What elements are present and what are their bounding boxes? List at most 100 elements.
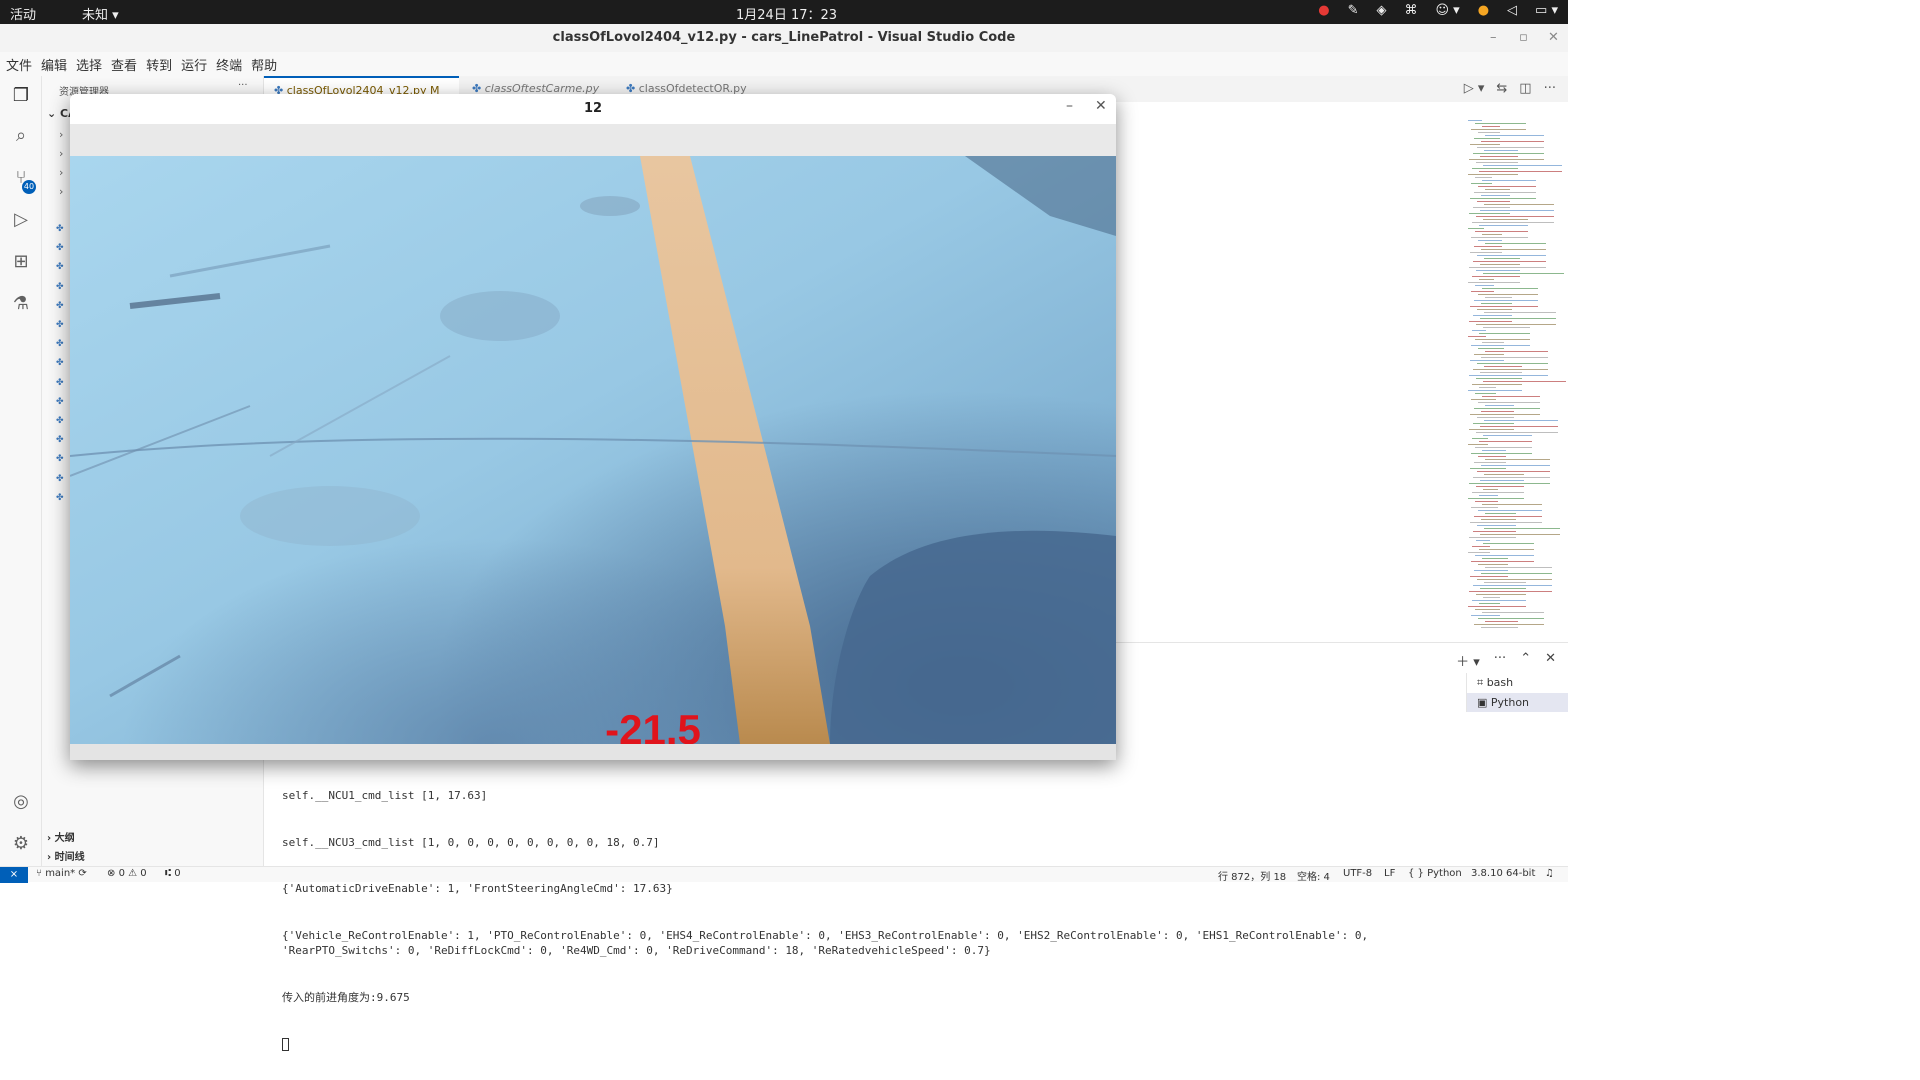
minimap-line [1473, 153, 1544, 154]
python-file-icon[interactable]: ✤ [56, 320, 66, 330]
python-file-icon[interactable]: ✤ [56, 397, 66, 407]
python-file-icon[interactable]: ✤ [56, 378, 66, 388]
accessibility-icon[interactable]: ☺ ▾ [1435, 3, 1459, 18]
menu-view[interactable]: 查看 [111, 52, 142, 76]
alert-icon[interactable]: ● [1318, 3, 1329, 18]
python-file-icon[interactable]: ✤ [56, 243, 66, 253]
minimap-line [1469, 429, 1514, 430]
minimap-line [1472, 330, 1486, 331]
split-editor-icon[interactable]: ◫ [1519, 81, 1531, 96]
extensions-icon[interactable]: ⊞ [9, 250, 33, 274]
account-icon[interactable]: ◎ [9, 790, 33, 814]
ports-indicator[interactable]: ⑆ 0 [165, 868, 181, 879]
outline-section[interactable]: › 大纲 [47, 829, 75, 844]
terminal-line: 传入的前进角度为:9.675 [282, 990, 410, 1004]
run-debug-icon[interactable]: ▷ [9, 208, 33, 232]
minimap-line [1475, 393, 1496, 394]
status-dot-icon[interactable]: ● [1478, 3, 1489, 18]
terminal-item-python[interactable]: ▣ Python [1467, 693, 1568, 712]
problems-indicator[interactable]: ⊗ 0 ⚠ 0 [107, 868, 147, 879]
image-viewer-window[interactable]: 12 – ✕ -21.5 [70, 94, 1116, 760]
folder-chevron-icon[interactable]: › [59, 185, 63, 198]
more-actions-icon[interactable]: ··· [1544, 81, 1556, 96]
settings-gear-icon[interactable]: ⚙ [9, 832, 33, 856]
terminal-line: {'Vehicle_ReControlEnable': 1, 'PTO_ReCo… [282, 928, 1375, 958]
image-window-minimize-icon[interactable]: – [1066, 98, 1073, 114]
network-icon[interactable]: ◈ [1376, 3, 1386, 18]
line-ending[interactable]: LF [1384, 868, 1395, 879]
python-file-icon[interactable]: ✤ [56, 416, 66, 426]
minimap-line [1469, 537, 1516, 538]
minimap-line [1484, 420, 1558, 421]
minimap[interactable] [1464, 120, 1566, 640]
minimap-line [1481, 141, 1544, 142]
terminal-item-bash[interactable]: ⌗ bash [1467, 673, 1568, 693]
python-file-icon[interactable]: ✤ [56, 262, 66, 272]
python-file-icon[interactable]: ✤ [56, 474, 66, 484]
menu-terminal[interactable]: 终端 [216, 52, 247, 76]
timeline-section[interactable]: › 时间线 [47, 848, 85, 863]
volume-icon[interactable]: ◁ [1507, 3, 1517, 18]
menu-file[interactable]: 文件 [6, 52, 37, 76]
testing-icon[interactable]: ⚗ [9, 292, 33, 316]
panel-more-icon[interactable]: ··· [1494, 651, 1506, 670]
menu-edit[interactable]: 编辑 [41, 52, 72, 76]
menu-run[interactable]: 运行 [181, 52, 212, 76]
remote-indicator-icon[interactable]: ⨯ [0, 867, 28, 883]
minimap-line [1474, 300, 1538, 301]
python-file-icon[interactable]: ✤ [56, 282, 66, 292]
maximize-panel-icon[interactable]: ⌃ [1520, 651, 1531, 670]
python-file-icon[interactable]: ✤ [56, 339, 66, 349]
minimap-line [1483, 543, 1534, 544]
activities-button[interactable]: 活动 [10, 4, 36, 23]
encoding[interactable]: UTF-8 [1343, 868, 1372, 879]
minimap-line [1483, 597, 1500, 598]
branch-indicator[interactable]: ⑂ main* ⟳ [36, 868, 87, 879]
command-icon[interactable]: ⌘ [1404, 3, 1417, 18]
explorer-more-button[interactable]: ··· [238, 80, 248, 91]
python-file-icon[interactable]: ✤ [56, 454, 66, 464]
search-icon[interactable]: ⌕ [9, 124, 33, 148]
language-mode[interactable]: { } Python [1408, 868, 1462, 879]
cursor-position[interactable]: 行 872，列 18 [1218, 868, 1286, 883]
folder-chevron-icon[interactable]: › [59, 166, 63, 179]
minimap-line [1480, 372, 1522, 373]
minimap-line [1478, 456, 1506, 457]
minimap-line [1470, 360, 1504, 361]
open-changes-icon[interactable]: ⇆ [1496, 81, 1507, 96]
image-window-toolbar [70, 124, 1116, 156]
close-panel-icon[interactable]: ✕ [1545, 651, 1556, 670]
minimap-line [1482, 396, 1540, 397]
app-menu[interactable]: 未知 ▾ [82, 4, 119, 23]
minimap-line [1470, 306, 1538, 307]
menu-help[interactable]: 帮助 [251, 52, 282, 76]
python-file-icon[interactable]: ✤ [56, 358, 66, 368]
notifications-bell-icon[interactable]: ♫ [1545, 868, 1554, 879]
image-window-close-icon[interactable]: ✕ [1095, 98, 1107, 114]
explorer-icon[interactable]: ❐ [9, 84, 33, 108]
minimap-line [1472, 438, 1488, 439]
minimap-line [1478, 510, 1542, 511]
indentation[interactable]: 空格: 4 [1297, 868, 1330, 883]
new-terminal-icon[interactable]: ＋ ▾ [1456, 651, 1480, 670]
clock[interactable]: 1月24日 17：23 [736, 4, 837, 23]
terminal-line: {'AutomaticDriveEnable': 1, 'FrontSteeri… [282, 882, 673, 895]
close-icon[interactable]: ✕ [1548, 24, 1559, 52]
python-file-icon[interactable]: ✤ [56, 224, 66, 234]
menu-selection[interactable]: 选择 [76, 52, 107, 76]
terminal-output[interactable]: self.__NCU1_cmd_list [1, 17.63] self.__N… [282, 757, 1457, 1080]
folder-chevron-icon[interactable]: › [59, 147, 63, 160]
minimap-line [1481, 411, 1514, 412]
maximize-icon[interactable]: ▫ [1519, 24, 1528, 52]
python-file-icon[interactable]: ✤ [56, 493, 66, 503]
menu-go[interactable]: 转到 [146, 52, 177, 76]
python-file-icon[interactable]: ✤ [56, 435, 66, 445]
folder-chevron-icon[interactable]: › [59, 128, 63, 141]
battery-icon[interactable]: ▭ ▾ [1535, 3, 1558, 18]
run-python-file-icon[interactable]: ▷ ▾ [1464, 81, 1485, 96]
minimize-icon[interactable]: – [1490, 24, 1497, 52]
pen-icon[interactable]: ✎ [1348, 3, 1359, 18]
minimap-line [1483, 489, 1498, 490]
python-interpreter[interactable]: 3.8.10 64-bit [1471, 868, 1535, 879]
python-file-icon[interactable]: ✤ [56, 301, 66, 311]
